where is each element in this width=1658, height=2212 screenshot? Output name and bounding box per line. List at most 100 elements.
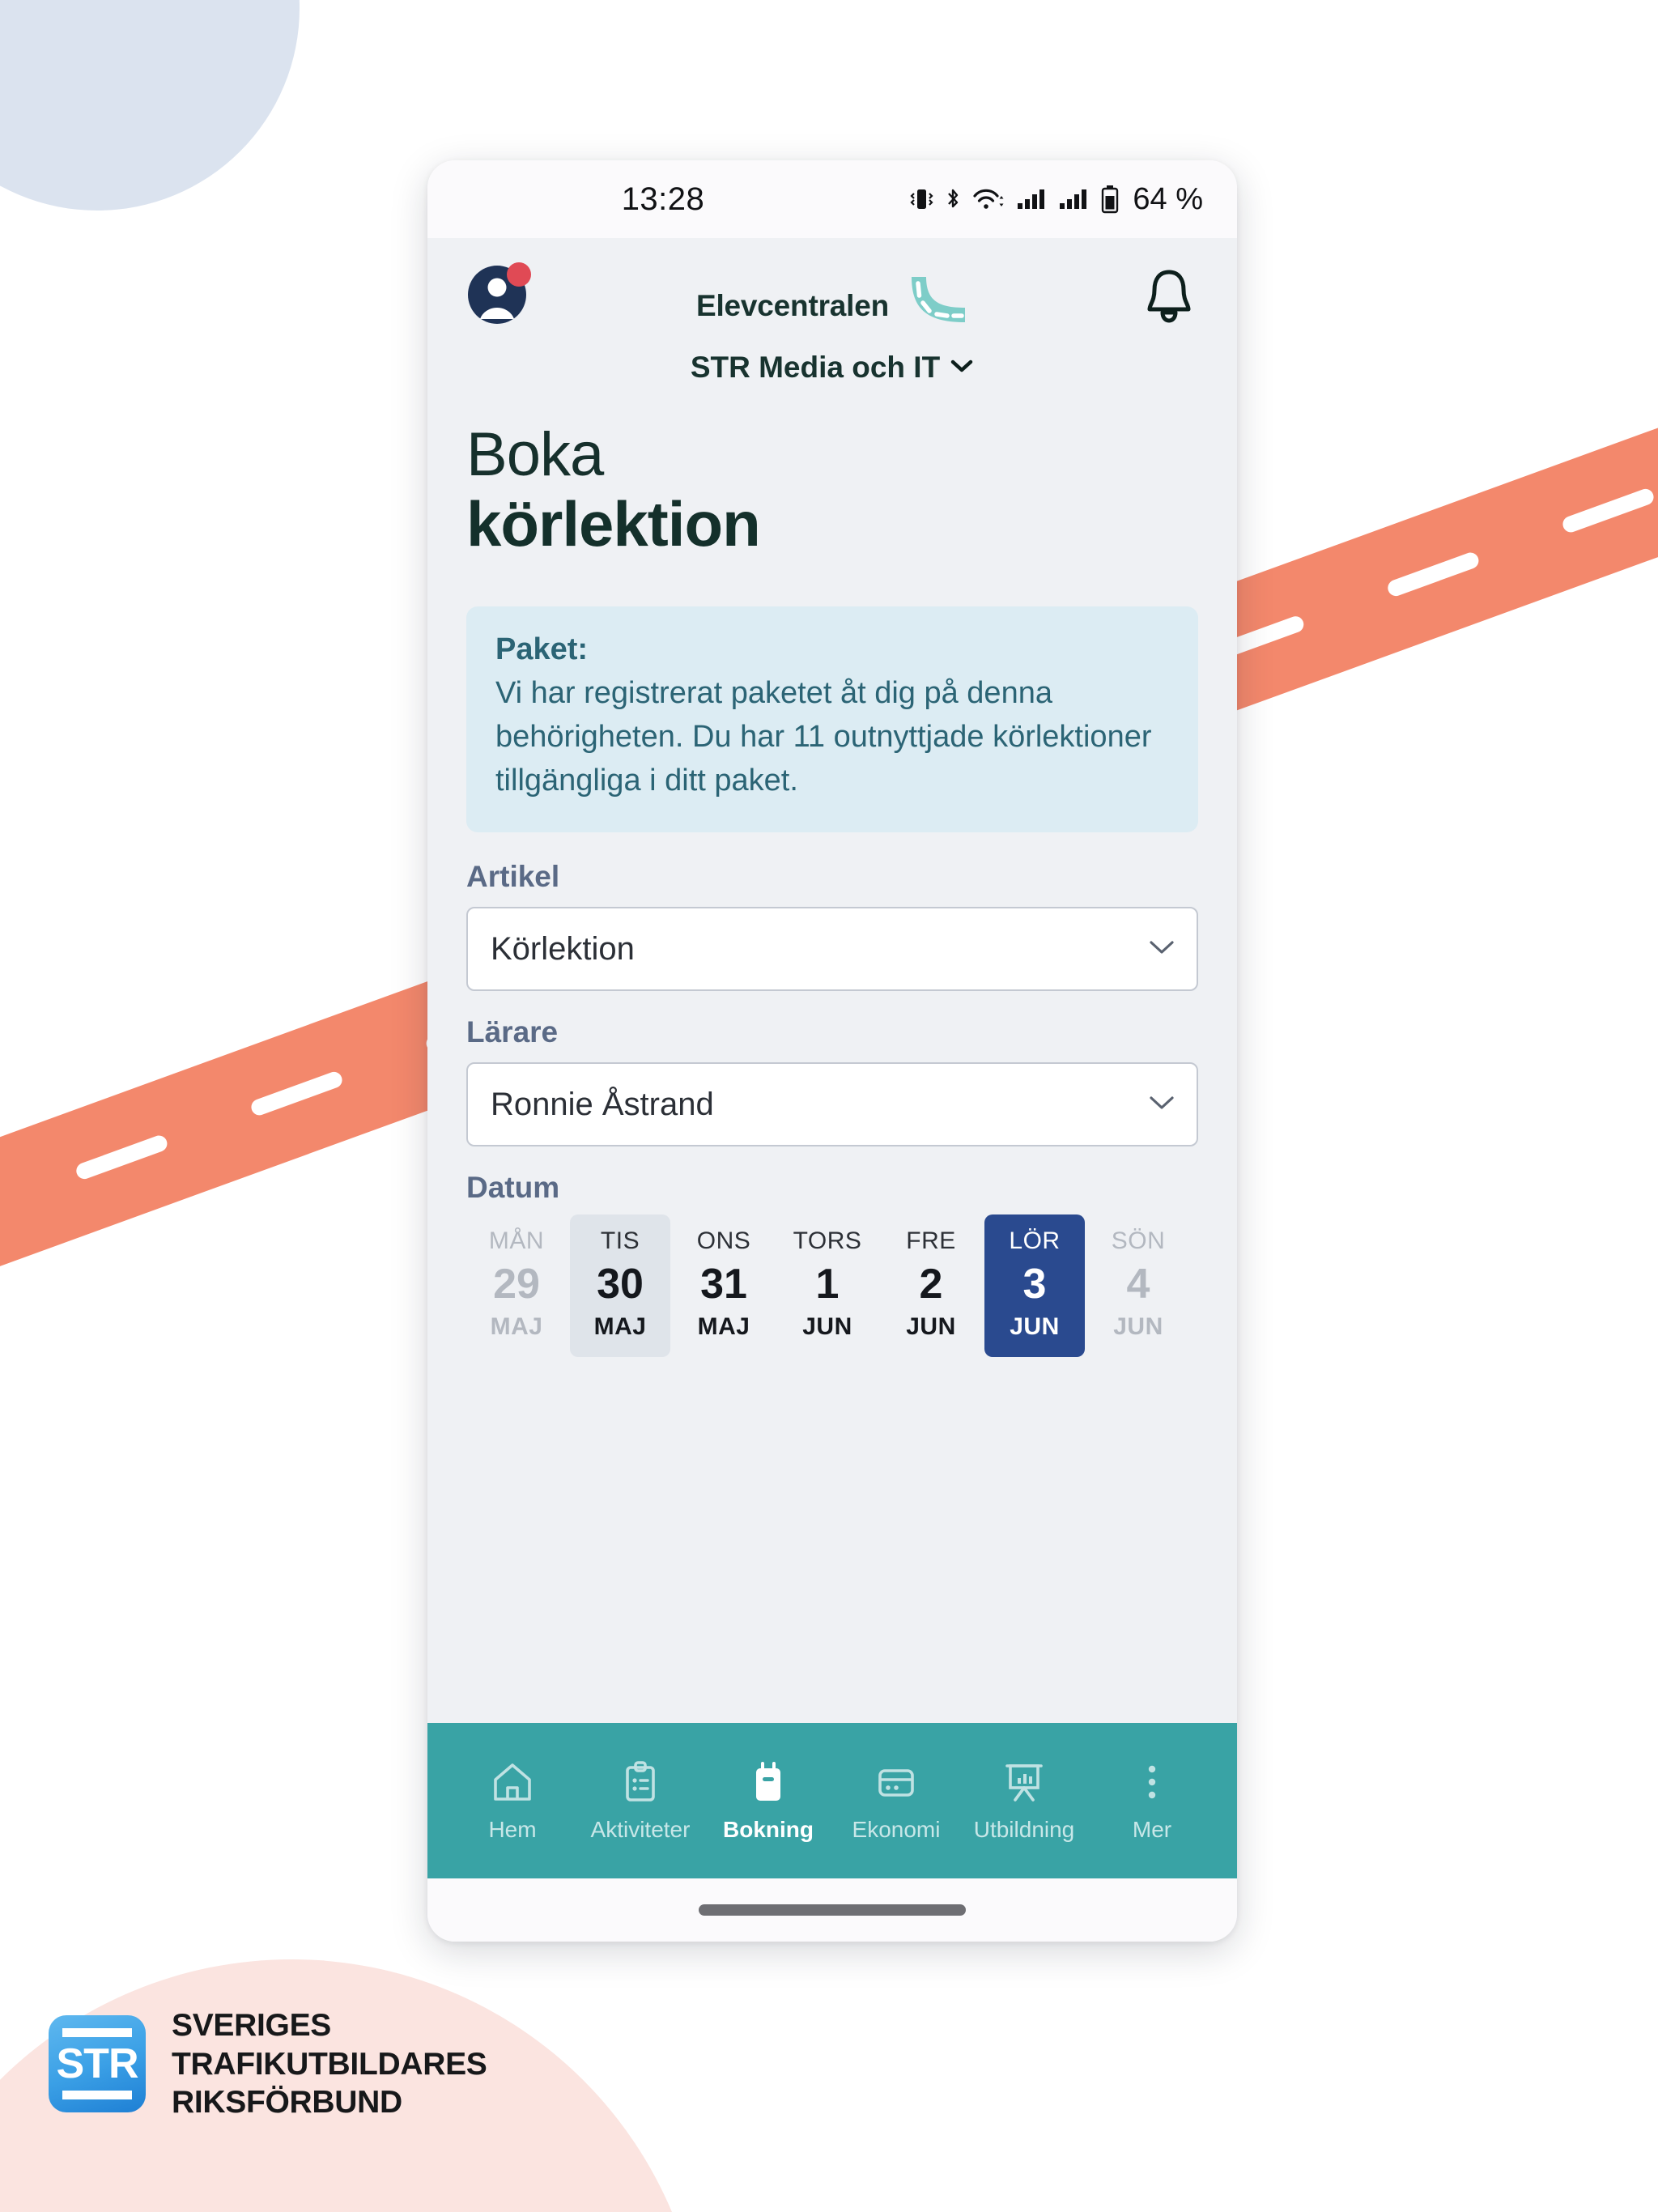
calendar-icon — [745, 1759, 792, 1806]
article-select[interactable]: Körlektion — [466, 907, 1198, 992]
wifi-icon — [972, 185, 1006, 213]
str-logo-bar-top — [62, 2028, 132, 2038]
nav-item-aktiviteter[interactable]: Aktiviteter — [585, 1759, 695, 1843]
home-icon — [489, 1759, 536, 1806]
bluetooth-icon — [943, 185, 963, 213]
nav-item-label: Ekonomi — [852, 1817, 941, 1842]
date-weekday: TIS — [600, 1227, 640, 1255]
teacher-select[interactable]: Ronnie Åstrand — [466, 1062, 1198, 1147]
date-day-number: 4 — [1126, 1261, 1150, 1308]
str-footer-line2: TRAFIKUTBILDARES — [172, 2046, 487, 2082]
date-weekday: LÖR — [1009, 1227, 1061, 1255]
brand-name: Elevcentralen — [695, 288, 890, 322]
nav-item-utbildning[interactable]: Utbildning — [969, 1759, 1079, 1843]
phone-frame: 13:28 64 % Elevcentralen STR Media och I… — [427, 160, 1237, 1942]
home-indicator[interactable] — [699, 1904, 966, 1916]
nav-item-label: Mer — [1132, 1817, 1172, 1842]
teacher-value: Ronnie Åstrand — [491, 1086, 714, 1122]
package-info-title: Paket: — [495, 632, 589, 667]
decorative-road-right — [1177, 353, 1658, 717]
date-cell[interactable]: TIS 30 MAJ — [570, 1214, 670, 1358]
date-weekday: MÅN — [488, 1227, 545, 1255]
decorative-circle-top-left — [0, 0, 300, 211]
str-footer-logo: STR SVERIGES TRAFIKUTBILDARES RIKSFÖRBUN… — [49, 2006, 487, 2122]
str-logo-mark: STR — [49, 2015, 146, 2113]
brand: Elevcentralen — [696, 272, 971, 339]
more-dots-icon — [1129, 1759, 1175, 1806]
bell-icon — [1147, 270, 1191, 323]
status-bar: 13:28 64 % — [427, 160, 1237, 238]
date-cell[interactable]: TORS 1 JUN — [777, 1214, 878, 1357]
str-footer-line1: SVERIGES — [172, 2008, 331, 2043]
date-cell: SÖN 4 JUN — [1088, 1214, 1188, 1357]
app-header: Elevcentralen — [427, 238, 1237, 339]
date-picker: MÅN 29 MAJ TIS 30 MAJ ONS 31 MAJ TORS 1 JUN FRE 2 JUN L… — [466, 1214, 1198, 1358]
date-day-number: 31 — [700, 1261, 747, 1308]
nav-item-mer[interactable]: Mer — [1097, 1759, 1207, 1843]
chevron-down-icon — [1148, 938, 1175, 960]
credit-card-icon — [873, 1759, 920, 1806]
date-cell[interactable]: FRE 2 JUN — [881, 1214, 981, 1357]
teacher-label: Lärare — [466, 1015, 559, 1049]
date-label: Datum — [466, 1171, 560, 1205]
signal-sim1-icon — [1016, 185, 1048, 213]
date-month: JUN — [1010, 1313, 1060, 1341]
organization-name: STR Media och IT — [690, 351, 941, 384]
page-title-line2: körlektion — [466, 488, 761, 560]
battery-percent: 64 % — [1133, 181, 1203, 216]
date-weekday: SÖN — [1111, 1227, 1166, 1255]
curved-road-icon — [902, 272, 971, 339]
page-title-line1: Boka — [466, 420, 604, 489]
app-screen: Elevcentralen STR Media och IT Boka körl… — [427, 238, 1237, 1878]
notifications-button[interactable] — [1140, 266, 1198, 325]
signal-sim2-icon — [1058, 185, 1090, 213]
date-weekday: FRE — [906, 1227, 956, 1255]
presentation-icon — [1001, 1759, 1048, 1806]
article-label: Artikel — [466, 860, 560, 894]
page-title: Boka körlektion — [427, 385, 1237, 559]
str-logo-letters: STR — [56, 2040, 139, 2088]
date-cell[interactable]: LÖR 3 JUN — [984, 1214, 1085, 1358]
date-month: MAJ — [593, 1313, 647, 1341]
package-info-text: Vi har registrerat paketet åt dig på den… — [495, 676, 1152, 798]
avatar[interactable] — [466, 262, 531, 325]
str-logo-bar-bottom — [62, 2091, 132, 2100]
status-icons: 64 % — [909, 182, 1203, 217]
date-month: JUN — [1113, 1313, 1163, 1341]
nav-item-label: Hem — [488, 1817, 537, 1842]
date-cell[interactable]: ONS 31 MAJ — [674, 1214, 774, 1357]
nav-item-label: Utbildning — [973, 1817, 1075, 1842]
str-footer-text: SVERIGES TRAFIKUTBILDARES RIKSFÖRBUND — [172, 2006, 487, 2122]
home-indicator-area — [427, 1878, 1237, 1942]
date-month: MAJ — [697, 1313, 750, 1341]
nav-item-label: Aktiviteter — [590, 1817, 691, 1842]
date-day-number: 3 — [1022, 1261, 1047, 1308]
date-day-number: 29 — [493, 1261, 540, 1308]
battery-icon — [1100, 185, 1120, 214]
vibrate-icon — [909, 185, 933, 213]
organization-selector[interactable]: STR Media och IT — [427, 351, 1237, 385]
clipboard-icon — [617, 1759, 664, 1806]
date-cell: MÅN 29 MAJ — [466, 1214, 567, 1357]
nav-item-hem[interactable]: Hem — [457, 1759, 568, 1843]
chevron-down-icon — [950, 358, 974, 378]
nav-item-ekonomi[interactable]: Ekonomi — [841, 1759, 951, 1843]
page-root: 13:28 64 % Elevcentralen STR Media och I… — [0, 0, 1658, 2212]
date-day-number: 2 — [919, 1261, 943, 1308]
date-day-number: 30 — [597, 1261, 644, 1308]
date-month: MAJ — [490, 1313, 543, 1341]
str-footer-line3: RIKSFÖRBUND — [172, 2085, 402, 2121]
date-month: JUN — [802, 1313, 852, 1341]
booking-form: Artikel Körlektion Lärare Ronnie Åstrand — [427, 832, 1237, 1358]
article-value: Körlektion — [491, 930, 635, 967]
nav-item-label: Bokning — [723, 1817, 814, 1842]
notification-badge-dot — [507, 262, 531, 287]
chevron-down-icon — [1148, 1094, 1175, 1116]
date-month: JUN — [906, 1313, 956, 1341]
date-weekday: TORS — [793, 1227, 862, 1255]
nav-item-bokning[interactable]: Bokning — [713, 1759, 823, 1843]
date-weekday: ONS — [696, 1227, 751, 1255]
bottom-navigation: Hem Aktiviteter Bokning Ekonomi Utbildning Me… — [427, 1723, 1237, 1878]
date-day-number: 1 — [815, 1261, 840, 1308]
package-info-box: Paket: Vi har registrerat paketet åt dig… — [466, 606, 1198, 833]
